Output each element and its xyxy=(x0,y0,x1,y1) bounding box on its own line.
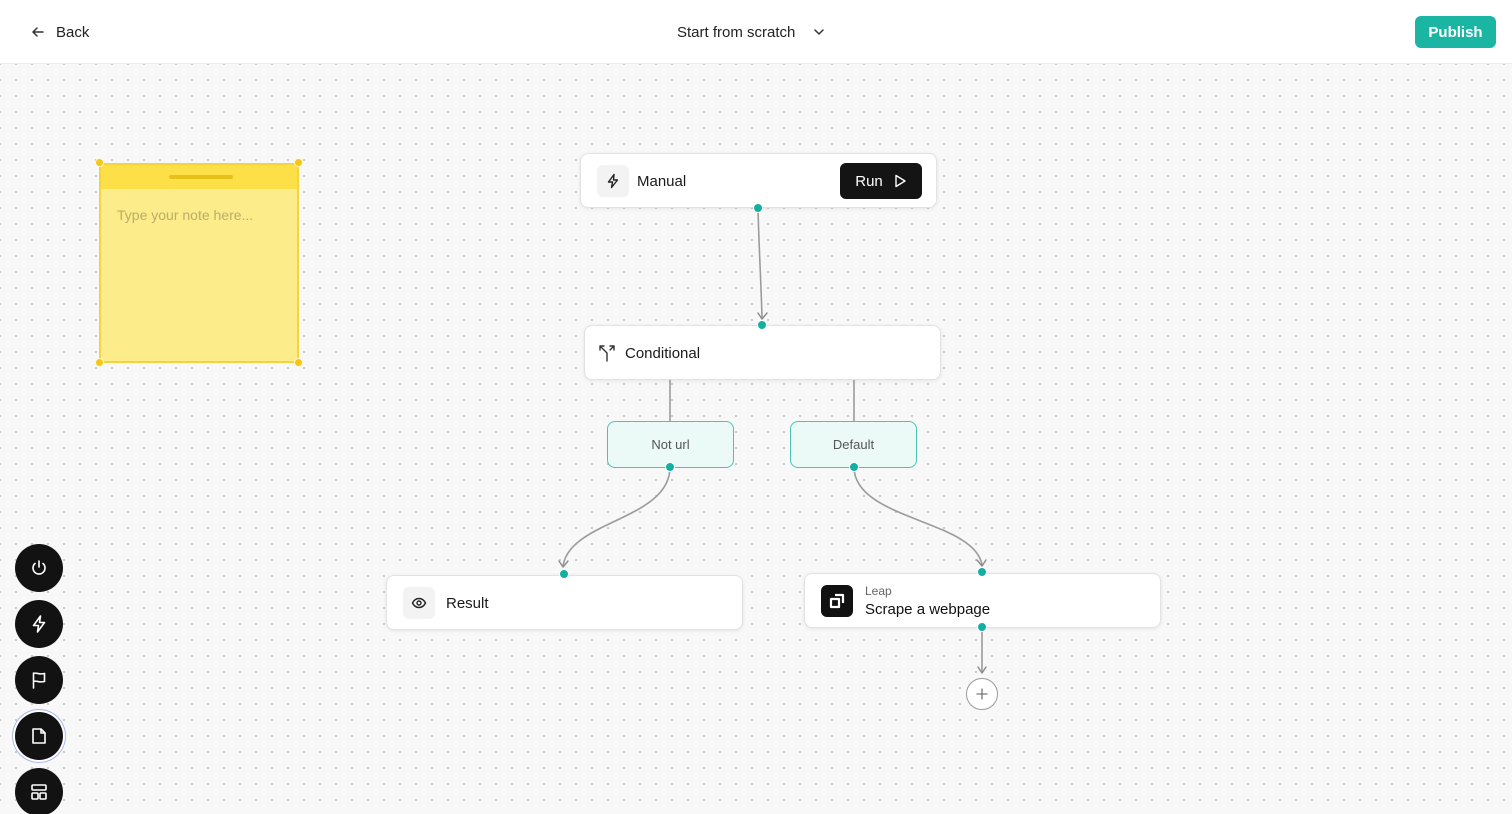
branch-not-url-label: Not url xyxy=(651,437,690,452)
result-node-title: Result xyxy=(446,595,489,612)
note-icon xyxy=(32,728,46,744)
power-tool-button[interactable] xyxy=(15,544,63,592)
play-icon xyxy=(895,174,906,188)
run-label: Run xyxy=(855,172,883,190)
note-tool-button[interactable] xyxy=(15,712,63,760)
publish-button[interactable]: Publish xyxy=(1415,16,1496,48)
resize-handle-top-left[interactable] xyxy=(95,158,104,167)
scrape-input-port[interactable] xyxy=(977,567,987,577)
conditional-node-title: Conditional xyxy=(625,345,701,362)
branch-not-url-output-port[interactable] xyxy=(665,462,675,472)
split-arrows-icon xyxy=(597,343,617,363)
layout-icon xyxy=(31,784,47,800)
note-placeholder[interactable]: Type your note here... xyxy=(117,207,253,223)
scrape-output-port[interactable] xyxy=(977,622,987,632)
branch-default[interactable]: Default xyxy=(790,421,917,468)
flag-icon xyxy=(32,672,46,689)
sticky-note[interactable]: Type your note here... xyxy=(99,163,299,363)
scrape-node-title: Scrape a webpage xyxy=(865,601,991,618)
leap-logo-icon xyxy=(821,585,853,617)
manual-trigger-node[interactable]: Manual Run xyxy=(580,153,937,208)
drag-grip-icon xyxy=(169,175,233,179)
back-label: Back xyxy=(56,23,90,41)
resize-handle-bottom-right[interactable] xyxy=(294,358,303,367)
scrape-webpage-node[interactable]: Leap Scrape a webpage xyxy=(804,573,1161,628)
run-button[interactable]: Run xyxy=(840,163,922,199)
top-bar: Back Start from scratch Publish xyxy=(0,0,1512,64)
manual-node-title: Manual xyxy=(637,173,687,190)
flag-tool-button[interactable] xyxy=(15,656,63,704)
branch-default-label: Default xyxy=(832,437,875,452)
back-button[interactable]: Back xyxy=(30,20,89,44)
add-step-button[interactable] xyxy=(966,678,998,710)
conditional-node[interactable]: Conditional xyxy=(584,325,941,380)
chevron-down-icon xyxy=(814,29,825,35)
arrow-left-icon xyxy=(32,27,44,37)
manual-output-port[interactable] xyxy=(753,203,763,213)
conditional-input-port[interactable] xyxy=(757,320,767,330)
lightning-icon xyxy=(597,165,629,197)
result-input-port[interactable] xyxy=(559,569,569,579)
scrape-node-provider: Leap xyxy=(865,584,892,598)
layout-tool-button[interactable] xyxy=(15,768,63,814)
sticky-note-drag-bar[interactable] xyxy=(101,165,297,189)
template-label: Start from scratch xyxy=(677,23,796,41)
branch-default-output-port[interactable] xyxy=(849,462,859,472)
lightning-icon xyxy=(32,615,46,633)
eye-icon xyxy=(403,587,435,619)
result-node[interactable]: Result xyxy=(386,575,743,630)
branch-not-url[interactable]: Not url xyxy=(607,421,734,468)
plus-icon xyxy=(976,688,988,700)
template-dropdown[interactable]: Start from scratch xyxy=(677,20,827,44)
trigger-tool-button[interactable] xyxy=(15,600,63,648)
resize-handle-bottom-left[interactable] xyxy=(95,358,104,367)
resize-handle-top-right[interactable] xyxy=(294,158,303,167)
power-icon xyxy=(32,560,46,575)
